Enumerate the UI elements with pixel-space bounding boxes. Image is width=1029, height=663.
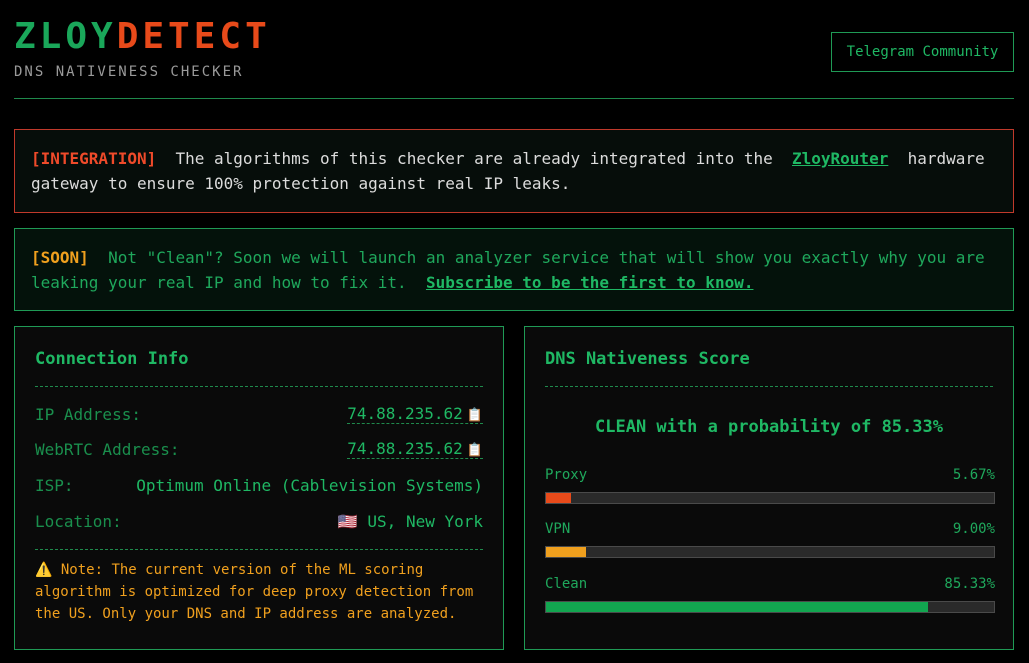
metric-vpn: VPN 9.00% — [545, 521, 995, 558]
vpn-progress-fill — [546, 547, 587, 557]
ml-note-text: Note: The current version of the ML scor… — [35, 562, 474, 622]
logo: ZLOYDETECT — [14, 16, 271, 58]
isp-row: ISP: Optimum Online (Cablevision Systems… — [35, 473, 483, 497]
ip-label: IP Address: — [35, 404, 141, 424]
zloyrouter-link[interactable]: ZloyRouter — [792, 149, 888, 168]
header-divider — [14, 98, 1014, 99]
dns-score-divider — [545, 386, 993, 387]
soon-tag: [SOON] — [31, 247, 89, 267]
webrtc-value-text: 74.88.235.62 — [347, 439, 463, 458]
logo-part-zloy: ZLOY — [14, 16, 117, 57]
us-flag-icon: 🇺🇸 — [337, 511, 358, 531]
metric-value: 5.67% — [952, 467, 995, 483]
clean-progress-bar — [545, 601, 995, 613]
vpn-progress-bar — [545, 546, 995, 558]
clean-progress-fill — [546, 602, 929, 612]
webrtc-label: WebRTC Address: — [35, 439, 180, 459]
subscribe-link[interactable]: Subscribe to be the first to know. — [426, 273, 754, 292]
connection-info-divider — [35, 386, 483, 387]
connection-info-title: Connection Info — [35, 349, 189, 369]
clipboard-icon[interactable]: 📋 — [467, 443, 483, 458]
tagline: DNS NATIVENESS CHECKER — [14, 64, 244, 80]
score-verdict: CLEAN with a probability of 85.33% — [595, 417, 943, 437]
proxy-progress-fill — [546, 493, 572, 503]
metric-label: Proxy — [545, 467, 588, 483]
ml-note: ⚠️ Note: The current version of the ML s… — [35, 559, 483, 625]
note-divider — [35, 549, 483, 550]
integration-banner: [INTEGRATION] The algorithms of this che… — [14, 129, 1014, 213]
webrtc-value[interactable]: 74.88.235.62 📋 — [347, 439, 483, 459]
dns-score-panel: DNS Nativeness Score CLEAN with a probab… — [524, 326, 1014, 650]
integration-text-before: The algorithms of this checker are alrea… — [175, 149, 773, 168]
ip-value[interactable]: 74.88.235.62 📋 — [347, 404, 483, 424]
isp-value: Optimum Online (Cablevision Systems) — [136, 475, 483, 495]
location-value-text: US, New York — [367, 511, 483, 531]
telegram-community-button[interactable]: Telegram Community — [831, 32, 1014, 72]
metric-label: Clean — [545, 576, 588, 592]
location-value: 🇺🇸 US, New York — [338, 512, 483, 531]
ip-value-text: 74.88.235.62 — [347, 404, 463, 423]
clipboard-icon[interactable]: 📋 — [467, 408, 483, 423]
ip-row: IP Address: 74.88.235.62 📋 — [35, 402, 483, 426]
dns-score-title: DNS Nativeness Score — [545, 349, 750, 369]
location-row: Location: 🇺🇸 US, New York — [35, 509, 483, 533]
integration-tag: [INTEGRATION] — [31, 149, 157, 168]
proxy-progress-bar — [545, 492, 995, 504]
soon-banner: [SOON] Not "Clean"? Soon we will launch … — [14, 228, 1014, 311]
metric-value: 9.00% — [952, 521, 995, 537]
metric-value: 85.33% — [944, 576, 995, 592]
metric-clean: Clean 85.33% — [545, 576, 995, 613]
location-label: Location: — [35, 511, 122, 531]
webrtc-row: WebRTC Address: 74.88.235.62 📋 — [35, 437, 483, 461]
connection-info-panel: Connection Info IP Address: 74.88.235.62… — [14, 326, 504, 650]
logo-part-detect: DETECT — [116, 16, 271, 57]
metric-label: VPN — [545, 521, 571, 537]
metric-proxy: Proxy 5.67% — [545, 467, 995, 504]
integration-text: [INTEGRATION] The algorithms of this che… — [31, 146, 997, 196]
soon-text: [SOON] Not "Clean"? Soon we will launch … — [31, 245, 997, 295]
warning-icon: ⚠️ — [35, 562, 53, 578]
isp-label: ISP: — [35, 475, 74, 495]
